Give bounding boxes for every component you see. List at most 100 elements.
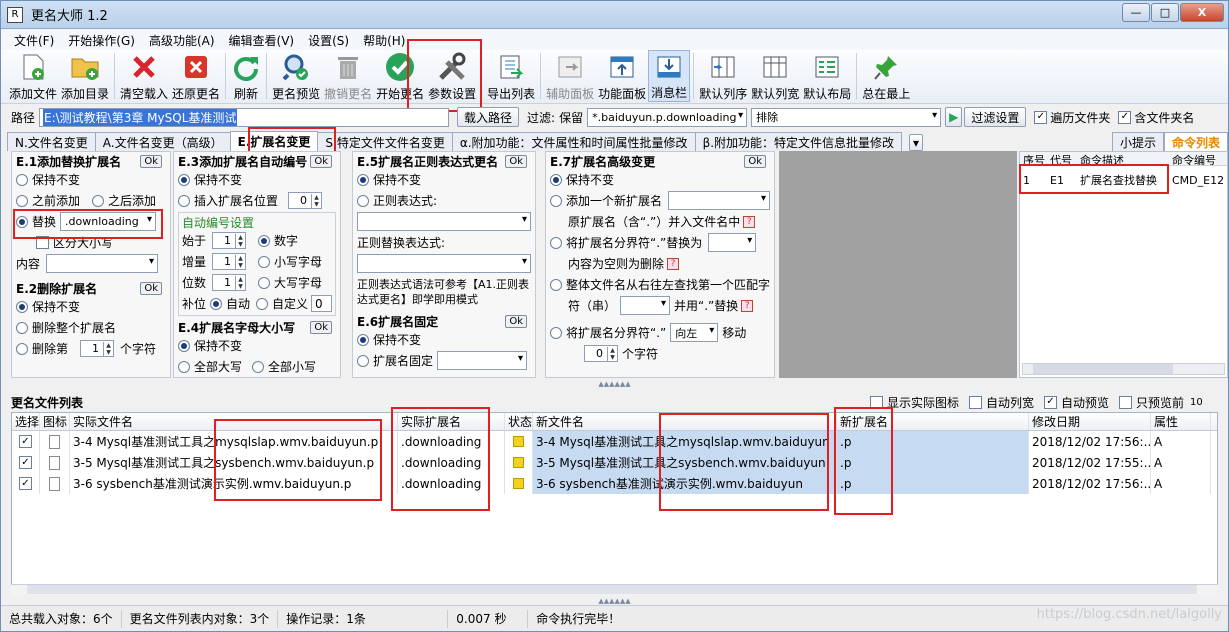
e5-replace-dropdown[interactable] xyxy=(357,254,531,273)
bottom-splitter-handle[interactable]: ▲▲▲▲▲▲ xyxy=(1,597,1228,605)
export-list-button[interactable]: 导出列表 xyxy=(485,50,537,102)
e1-before-radio[interactable] xyxy=(16,194,28,207)
tab-command-list[interactable]: 命令列表 xyxy=(1163,132,1228,151)
e3-lower-radio[interactable] xyxy=(258,255,271,268)
menu-file[interactable]: 文件(F) xyxy=(7,32,61,49)
e4-upper-radio[interactable] xyxy=(178,360,190,373)
start-rename-button[interactable]: 开始更名 xyxy=(374,50,426,102)
traverse-folders-checkbox[interactable]: ✓ xyxy=(1034,110,1048,124)
e7-ok-button[interactable]: Ok xyxy=(744,154,766,168)
e5-regex-radio[interactable] xyxy=(357,194,369,207)
path-input[interactable]: E:\测试教程\第3章 MySQL基准测试 xyxy=(39,107,450,127)
menu-help[interactable]: 帮助(H) xyxy=(356,32,412,49)
e2-keep-radio[interactable] xyxy=(16,300,28,313)
refresh-button[interactable]: 刷新 xyxy=(229,50,263,102)
rename-preview-button[interactable]: 更名预览 xyxy=(270,50,322,102)
cmd-col-num[interactable]: 命令编号 xyxy=(1172,152,1227,165)
e7-move-stepper[interactable]: 0 ▲ ▼ xyxy=(584,345,618,362)
e4-lower-radio[interactable] xyxy=(252,360,265,373)
load-path-button[interactable]: 载入路径 xyxy=(457,107,520,127)
default-layout-button[interactable]: 默认布局 xyxy=(801,50,853,102)
row-checkbox[interactable]: ✓ xyxy=(19,456,32,469)
e1-replace-radio[interactable] xyxy=(16,215,28,228)
col-extension[interactable]: 实际扩展名 xyxy=(398,413,505,430)
help-icon[interactable]: ? xyxy=(667,257,680,270)
e3-insert-radio[interactable] xyxy=(178,194,190,207)
e7-add-new-radio[interactable] xyxy=(550,194,562,207)
e2-ok-button[interactable]: Ok xyxy=(140,281,162,295)
menu-settings[interactable]: 设置(S) xyxy=(301,32,356,49)
e3-keep-radio[interactable] xyxy=(178,173,190,186)
col-select[interactable]: 选择 xyxy=(12,413,40,430)
add-file-button[interactable]: 添加文件 xyxy=(7,50,59,102)
auto-preview-checkbox[interactable]: ✓ xyxy=(1043,395,1057,409)
cmd-col-index[interactable]: 序号 xyxy=(1020,152,1050,167)
default-col-width-button[interactable]: 默认列宽 xyxy=(749,50,801,102)
tab-specific-file[interactable]: S.特定文件文件名变更 xyxy=(317,132,453,151)
undo-rename-button[interactable]: 还原更名 xyxy=(170,50,222,102)
message-bar-button[interactable]: 消息栏 xyxy=(648,50,691,102)
e2-delete-all-radio[interactable] xyxy=(16,321,28,334)
tab-file-info[interactable]: β.附加功能：特定文件信息批量修改 xyxy=(694,132,903,151)
menu-advanced[interactable]: 高级功能(A) xyxy=(142,32,222,49)
close-button[interactable]: X xyxy=(1180,3,1224,22)
e2-nth-stepper[interactable]: 1 ▲ ▼ xyxy=(80,340,115,357)
always-on-top-button[interactable]: 总在最上 xyxy=(860,50,912,102)
tab-attr-time[interactable]: α.附加功能：文件属性和时间属性批量修改 xyxy=(451,132,696,151)
aux-panel-button[interactable]: 辅助面板 xyxy=(544,50,596,102)
auto-col-width-checkbox[interactable] xyxy=(968,395,982,409)
undo-rename-disabled-button[interactable]: 撤销更名 xyxy=(322,50,374,102)
filter-value-dropdown[interactable]: *.baiduyun.p.downloading xyxy=(587,107,748,127)
include-folder-name-checkbox[interactable]: ✓ xyxy=(1118,110,1132,124)
e3-pos-stepper[interactable]: 0 ▲ ▼ xyxy=(288,192,323,209)
func-panel-button[interactable]: 功能面板 xyxy=(596,50,648,102)
e3-custom-input[interactable]: 0 xyxy=(311,295,332,312)
e6-ok-button[interactable]: Ok xyxy=(505,314,527,328)
e1-content-dropdown[interactable] xyxy=(46,254,159,273)
e1-replace-dropdown[interactable]: .downloading xyxy=(60,212,157,231)
e3-start-stepper[interactable]: 1 ▲ ▼ xyxy=(212,232,247,249)
preview-first-checkbox[interactable] xyxy=(1118,395,1132,409)
col-icon[interactable]: 图标 xyxy=(40,413,70,430)
e7-sep-replace-radio[interactable] xyxy=(550,236,562,249)
clear-load-button[interactable]: 清空载入 xyxy=(118,50,170,102)
row-checkbox[interactable]: ✓ xyxy=(19,435,32,448)
e7-keep-radio[interactable] xyxy=(550,173,562,186)
filter-settings-button[interactable]: 过滤设置 xyxy=(964,107,1027,127)
e3-upper-radio[interactable] xyxy=(258,276,271,289)
tab-tips[interactable]: 小提示 xyxy=(1111,132,1164,151)
e3-digits-stepper[interactable]: 1 ▲ ▼ xyxy=(212,274,247,291)
tabs-dropdown-button[interactable]: ▾ xyxy=(909,134,924,151)
help-icon[interactable]: ? xyxy=(743,215,756,228)
e3-step-stepper[interactable]: 1 ▲ ▼ xyxy=(212,253,247,270)
tab-extension-change[interactable]: E.扩展名变更 xyxy=(229,131,319,151)
cmd-col-desc[interactable]: 命令描述 xyxy=(1080,152,1172,167)
table-row[interactable]: ✓ 3-6 sysbench基准测试演示实例.wmv.baiduyun.p .d… xyxy=(12,473,1217,494)
cmd-row[interactable]: 1 E1 扩展名查找替换 CMD_E12 xyxy=(1020,170,1227,190)
col-new-extension[interactable]: 新扩展名 xyxy=(837,413,1029,430)
e5-ok-button[interactable]: Ok xyxy=(505,154,527,168)
file-list-scrollbar[interactable] xyxy=(11,584,1218,595)
menu-edit-view[interactable]: 编辑查看(V) xyxy=(222,32,302,49)
col-modified[interactable]: 修改日期 xyxy=(1029,413,1151,430)
exclude-dropdown[interactable]: 排除 xyxy=(751,107,942,127)
e5-regex-dropdown[interactable] xyxy=(357,212,531,231)
apply-filter-button[interactable]: ▶ xyxy=(945,107,963,127)
row-checkbox[interactable]: ✓ xyxy=(19,477,32,490)
e7-search-dropdown[interactable] xyxy=(620,296,671,315)
col-attr[interactable]: 属性 xyxy=(1151,413,1211,430)
e1-after-radio[interactable] xyxy=(92,194,105,207)
col-filename[interactable]: 实际文件名 xyxy=(70,413,398,430)
preview-first-count[interactable]: 10 xyxy=(1190,397,1218,408)
e6-fixed-dropdown[interactable] xyxy=(437,351,528,370)
table-row[interactable]: ✓ 3-4 Mysql基准测试工具之mysqlslap.wmv.baiduyun… xyxy=(12,431,1217,452)
help-icon[interactable]: ? xyxy=(741,299,754,312)
splitter-handle[interactable]: ▲▲▲▲▲▲ xyxy=(1,380,1228,388)
e7-add-new-dropdown[interactable] xyxy=(668,191,770,210)
add-folder-button[interactable]: 添加目录 xyxy=(59,50,111,102)
e1-keep-radio[interactable] xyxy=(16,173,28,186)
e3-auto-radio[interactable] xyxy=(210,297,223,310)
col-new-filename[interactable]: 新文件名 xyxy=(533,413,837,430)
e7-direction-dropdown[interactable]: 向左 xyxy=(670,323,719,342)
e7-sep-replace-dropdown[interactable] xyxy=(708,233,757,252)
